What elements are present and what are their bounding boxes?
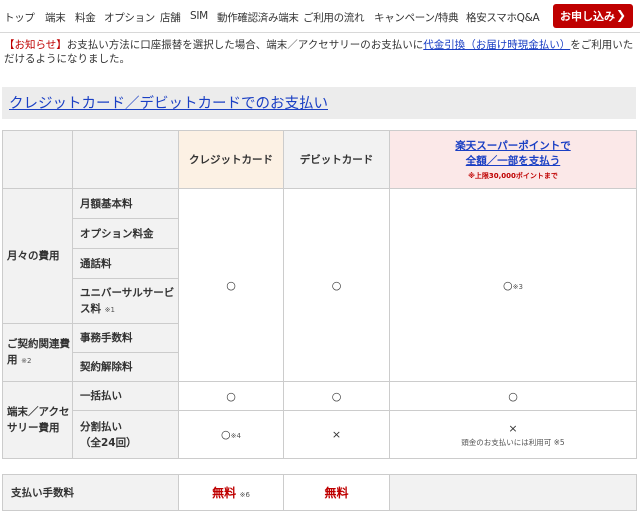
mark-ng: × (508, 421, 518, 435)
header-debit-card: デビットカード (283, 130, 390, 189)
nav-item-sim[interactable]: SIM (190, 10, 208, 22)
note-2: ※2 (21, 357, 32, 365)
note-4: ※4 (230, 432, 241, 440)
row-label-universal-fee: ユニバーサルサービス料 ※1 (72, 278, 179, 324)
category-device: 端末／アクセサリー費用 (2, 381, 73, 459)
cell-debit-installment: × (283, 410, 390, 459)
installment-line1: 分割払い (80, 420, 122, 433)
category-contract: ご契約関連費用 ※2 (2, 323, 73, 382)
section-title-link[interactable]: クレジットカード／デビットカードでのお支払い (9, 92, 328, 113)
apply-button-label: お申し込み (560, 10, 615, 23)
point-link-line1: 楽天スーパーポイントで (455, 139, 571, 152)
cash-on-delivery-link[interactable]: 代金引換（お届け時現金払い） (423, 39, 570, 51)
note-6: ※6 (239, 491, 250, 499)
cell-point-installment: × 頭金のお支払いには利用可 ※5 (389, 410, 637, 459)
cell-credit-installment: ○※4 (178, 410, 284, 459)
row-label-cancel-fee: 契約解除料 (72, 352, 179, 382)
payment-table: クレジットカード デビットカード 楽天スーパーポイントで 全額／一部を支払う ※上… (2, 130, 637, 459)
row-label-call-fee: 通話料 (72, 248, 179, 279)
cell-point-general: ○※3 (389, 188, 637, 382)
nav-item-flow[interactable]: ご利用の流れ (303, 10, 365, 25)
cell-point-lump-sum: ○ (389, 381, 637, 411)
mark-ok: ○ (221, 428, 231, 441)
point-link-line2: 全額／一部を支払う (465, 154, 561, 167)
notice-tag: 【お知らせ】 (4, 39, 67, 51)
chevron-right-icon: ❯ (615, 8, 626, 22)
nav-item-pricing[interactable]: 料金 (75, 10, 96, 25)
section-heading: クレジットカード／デビットカードでのお支払い (2, 87, 636, 119)
nav-item-campaign[interactable]: キャンペーン/特典 (374, 10, 459, 25)
nav-item-top[interactable]: トップ (4, 10, 35, 25)
nav-item-verified-devices[interactable]: 動作確認済み端末 (217, 10, 299, 25)
universal-fee-text: ユニバーサルサービス料 (80, 286, 175, 315)
row-label-option-fee: オプション料金 (72, 218, 179, 249)
fee-table: 支払い手数料 無料 ※6 無料 (2, 474, 637, 511)
notice-text-before: お支払い方法に口座振替を選択した場合、端末／アクセサリーのお支払いに (66, 39, 424, 51)
nav-item-devices[interactable]: 端末 (45, 10, 66, 25)
fee-credit-free: 無料 (212, 486, 237, 500)
apply-button[interactable]: お申し込み ❯ (553, 4, 633, 28)
cell-credit-general: ○ (178, 188, 284, 382)
fee-point-cell (389, 474, 637, 511)
rakuten-point-link[interactable]: 楽天スーパーポイントで 全額／一部を支払う (455, 140, 570, 167)
point-limit-note: ※上限30,000ポイントまで (468, 171, 558, 180)
nav-item-stores[interactable]: 店舗 (160, 10, 181, 25)
mark-ok: ○ (503, 278, 513, 292)
cash-note: 頭金のお支払いには利用可 ※5 (461, 437, 565, 447)
category-monthly: 月々の費用 (2, 188, 73, 324)
header-rakuten-point: 楽天スーパーポイントで 全額／一部を支払う ※上限30,000ポイントまで (389, 130, 637, 189)
row-label-admin-fee: 事務手数料 (72, 323, 179, 353)
row-label-lump-sum: 一括払い (72, 381, 179, 411)
cell-credit-lump-sum: ○ (178, 381, 284, 411)
nav-item-options[interactable]: オプション (104, 10, 155, 25)
cell-debit-lump-sum: ○ (283, 381, 390, 411)
fee-credit-cell: 無料 ※6 (178, 474, 284, 511)
top-nav: トップ 端末 料金 オプション 店舗 SIM 動作確認済み端末 ご利用の流れ キ… (0, 0, 640, 33)
cell-debit-general: ○ (283, 188, 390, 382)
header-blank-2 (72, 130, 179, 189)
header-credit-card: クレジットカード (178, 130, 284, 189)
row-label-basic-fee: 月額基本料 (72, 188, 179, 219)
fee-row-label: 支払い手数料 (2, 474, 179, 511)
header-blank-1 (2, 130, 73, 189)
row-label-installment: 分割払い （全24回） (72, 410, 179, 459)
installment-line2: （全24回） (80, 436, 137, 449)
note-1: ※1 (104, 305, 115, 314)
fee-debit-free: 無料 (324, 486, 349, 500)
contract-category-text: ご契約関連費用 (7, 338, 70, 366)
fee-debit-cell: 無料 (283, 474, 390, 511)
note-3: ※3 (512, 282, 523, 291)
nav-item-faq[interactable]: 格安スマホQ&A (466, 10, 540, 25)
notice: 【お知らせ】お支払い方法に口座振替を選択した場合、端末／アクセサリーのお支払いに… (4, 38, 634, 66)
